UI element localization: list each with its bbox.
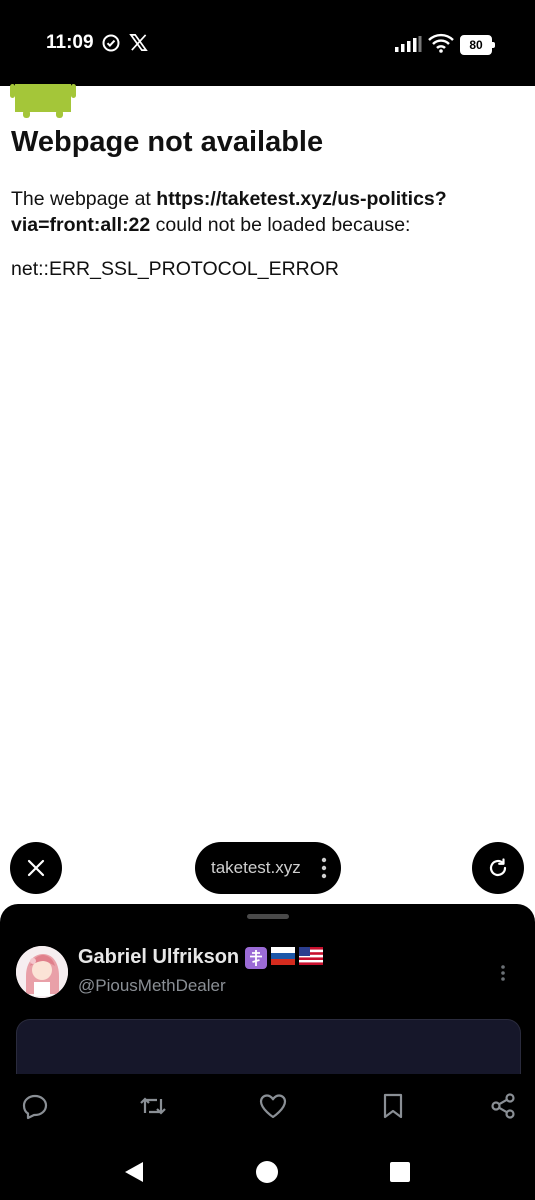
display-name-text: Gabriel Ulfrikson	[78, 946, 240, 968]
name-badges	[245, 946, 324, 969]
signal-icon	[394, 36, 422, 57]
reply-icon[interactable]	[21, 1092, 49, 1125]
error-code: net::ERR_SSL_PROTOCOL_ERROR	[11, 258, 340, 280]
battery-icon: 80	[460, 35, 495, 55]
recents-icon[interactable]	[390, 1162, 410, 1187]
refresh-icon	[489, 858, 507, 877]
display-name[interactable]: Gabriel Ulfrikson	[78, 946, 324, 969]
refresh-button[interactable]	[472, 842, 524, 894]
more-vertical-icon[interactable]	[321, 856, 327, 885]
error-message: The webpage at https://taketest.xyz/us-p…	[11, 186, 516, 238]
status-bar: 11:09 80	[0, 0, 535, 86]
like-icon[interactable]	[258, 1092, 288, 1125]
error-suffix: could not be loaded because:	[150, 214, 411, 236]
bookmark-icon[interactable]	[380, 1092, 406, 1125]
usa-flag-icon	[299, 946, 324, 965]
close-browser-button[interactable]	[10, 842, 62, 894]
x-logo-icon	[129, 33, 148, 57]
wifi-icon	[428, 33, 454, 58]
post-actions	[0, 1074, 535, 1140]
check-circle-icon	[101, 33, 121, 58]
system-nav-bar	[0, 1140, 535, 1200]
back-icon[interactable]	[122, 1160, 146, 1189]
post-bottom-sheet[interactable]: Gabriel Ulfrikson @PiousMethDealer	[0, 904, 535, 1200]
home-icon[interactable]	[256, 1161, 278, 1188]
orthodox-cross-icon	[245, 946, 268, 969]
domain-label: taketest.xyz	[211, 858, 301, 877]
close-icon	[27, 859, 45, 877]
android-robot-icon	[10, 84, 76, 123]
avatar[interactable]	[16, 946, 68, 998]
share-icon[interactable]	[489, 1092, 517, 1125]
page-title: Webpage not available	[11, 126, 324, 158]
user-handle[interactable]: @PiousMethDealer	[78, 976, 226, 996]
error-prefix: The webpage at	[11, 188, 157, 210]
retweet-icon[interactable]	[138, 1092, 168, 1125]
sheet-drag-handle[interactable]	[247, 914, 289, 919]
more-vertical-icon[interactable]	[500, 964, 506, 987]
russia-flag-icon	[271, 946, 296, 965]
url-pill[interactable]: taketest.xyz	[195, 842, 341, 894]
status-time: 11:09	[46, 32, 94, 53]
